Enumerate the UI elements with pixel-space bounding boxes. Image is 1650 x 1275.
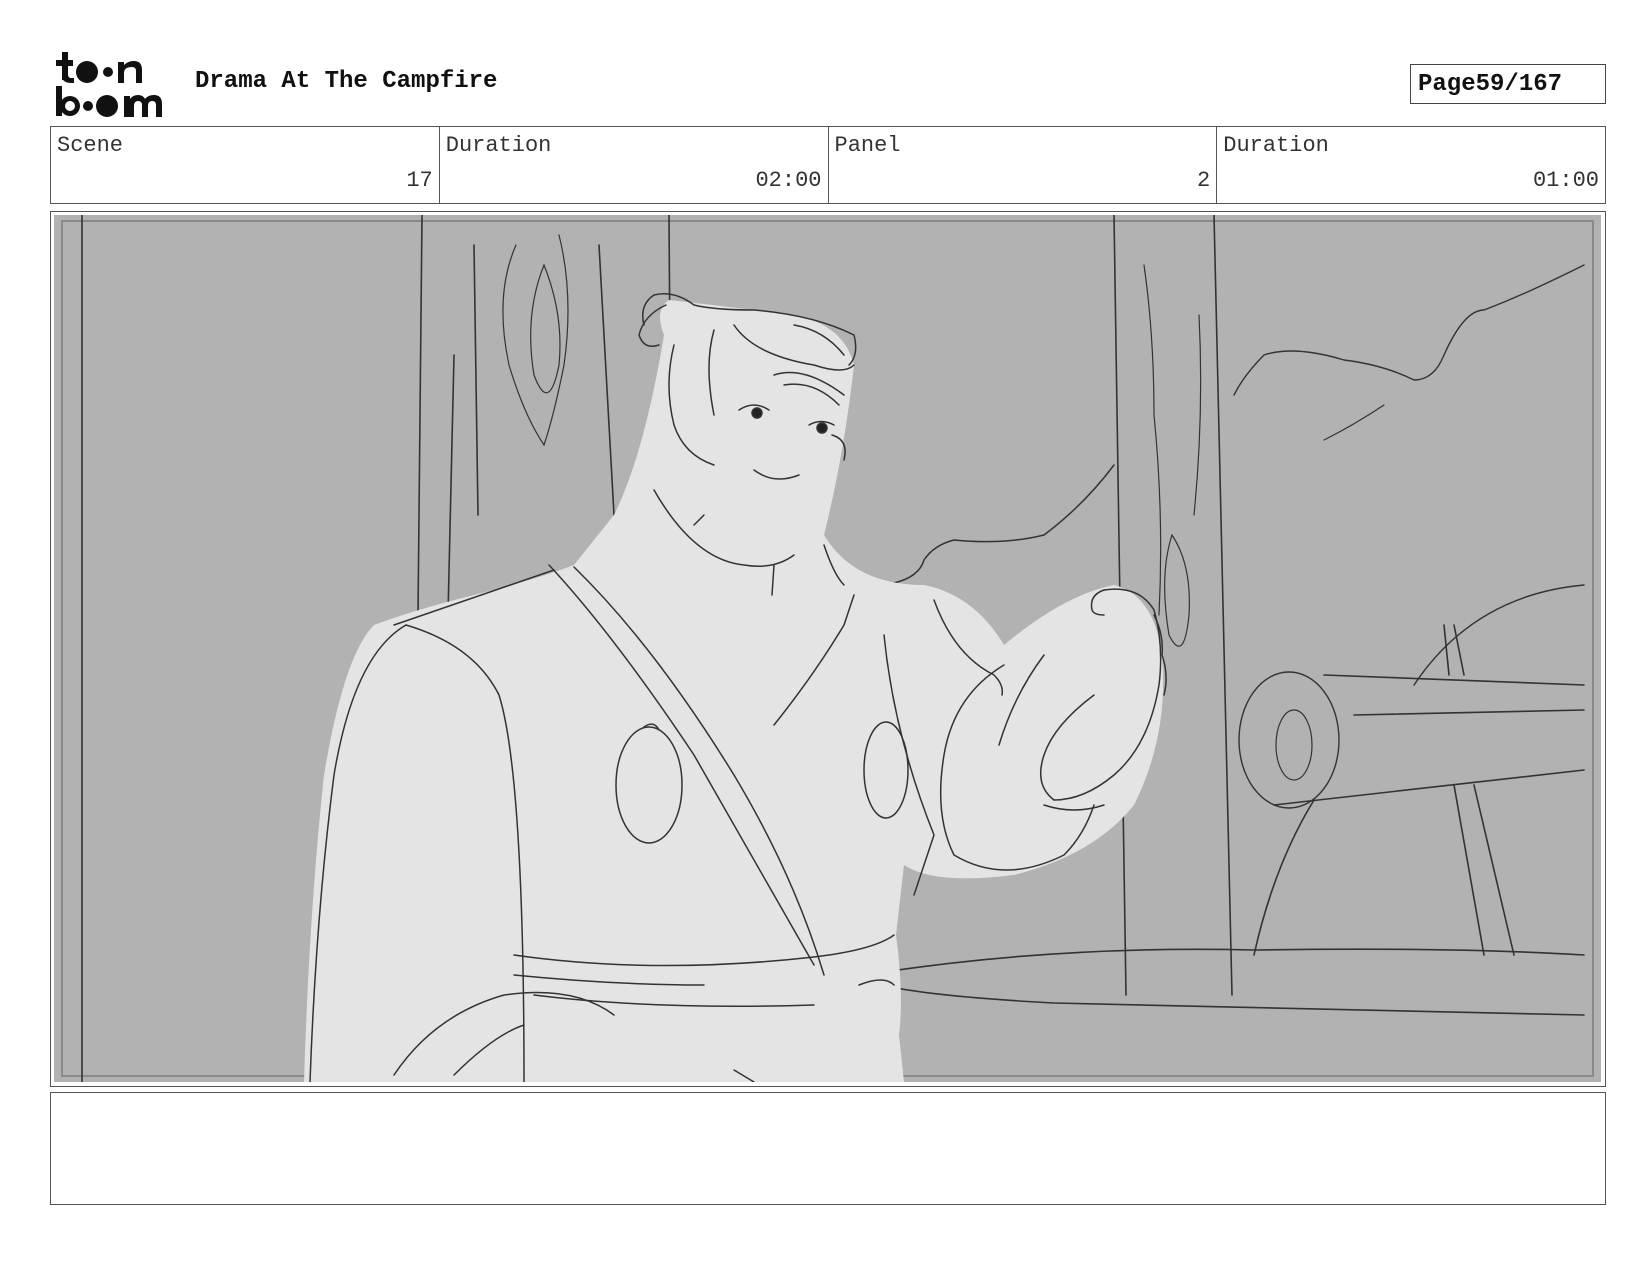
page-label: Page bbox=[1418, 70, 1476, 98]
panel-duration-label: Duration bbox=[1223, 133, 1329, 158]
scene-duration-value: 02:00 bbox=[755, 168, 822, 193]
panel-duration-cell: Duration 01:00 bbox=[1217, 127, 1605, 203]
panel-cell: Panel 2 bbox=[829, 127, 1218, 203]
scene-duration-label: Duration bbox=[445, 133, 552, 158]
panel-duration-value: 01:00 bbox=[1532, 168, 1599, 193]
storyboard-sketch bbox=[54, 215, 1601, 1082]
scene-label: Scene bbox=[57, 133, 124, 158]
toonboom-logo bbox=[56, 52, 162, 117]
page-number: 59/167 bbox=[1475, 70, 1563, 98]
page-indicator: Page 59/167 bbox=[1410, 64, 1606, 104]
scene-cell: Scene 17 bbox=[51, 127, 440, 203]
storyboard-panel bbox=[50, 211, 1606, 1087]
panel-label: Panel bbox=[834, 133, 901, 158]
scene-value: 17 bbox=[406, 168, 433, 193]
scene-duration-cell: Duration 02:00 bbox=[440, 127, 829, 203]
notes-box bbox=[50, 1092, 1606, 1205]
project-title: Drama At The Campfire bbox=[195, 68, 498, 95]
panel-info-row: Scene 17 Duration 02:00 Panel 2 Duration… bbox=[50, 126, 1606, 204]
panel-value: 2 bbox=[1197, 168, 1211, 193]
